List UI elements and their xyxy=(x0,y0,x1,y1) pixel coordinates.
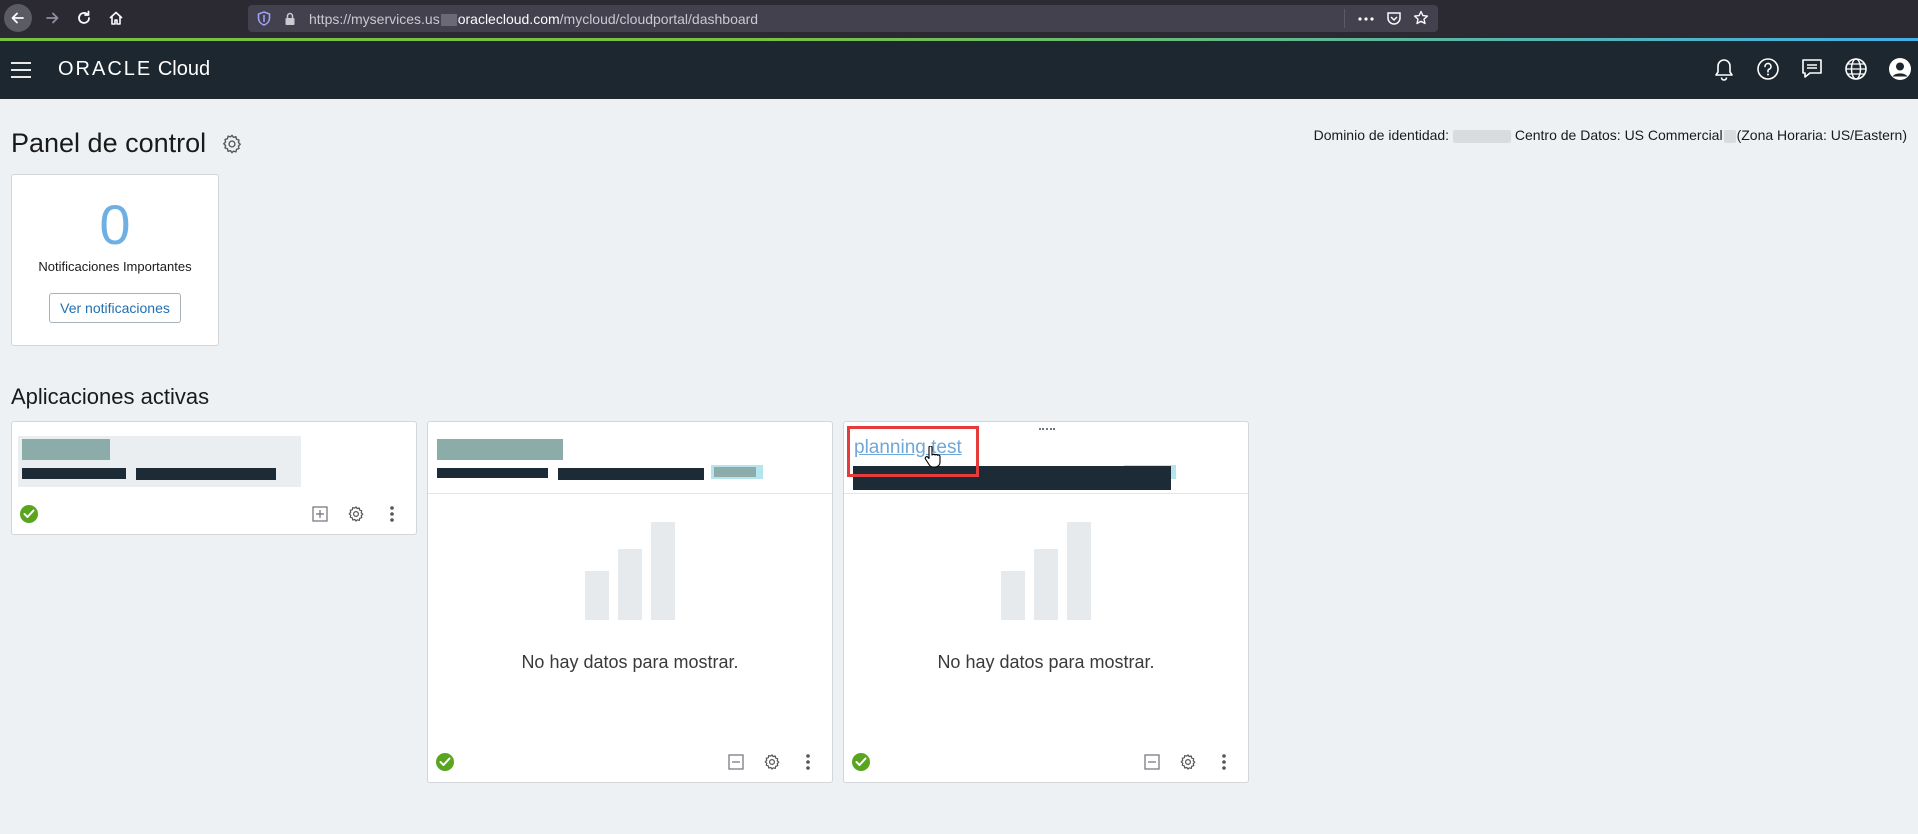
identity-domain-redacted xyxy=(1452,129,1511,143)
app-card-header xyxy=(12,422,416,492)
dashboard-settings-gear-icon[interactable] xyxy=(221,133,243,155)
redacted-app-tag-inner xyxy=(714,467,756,477)
browser-toolbar: https://myservices.us oraclecloud.com/myc… xyxy=(0,0,1918,38)
app-header: ORACLE Cloud xyxy=(0,41,1918,99)
more-actions-icon[interactable] xyxy=(1357,12,1375,26)
collapse-icon[interactable] xyxy=(726,752,746,772)
arrow-left-icon xyxy=(11,12,24,24)
redacted-app-info xyxy=(22,468,126,479)
datacenter-redacted xyxy=(1723,129,1736,143)
reload-button[interactable] xyxy=(70,4,98,32)
datacenter-label: Centro de Datos: US Commercial xyxy=(1514,127,1723,143)
forward-button[interactable] xyxy=(38,4,66,32)
notification-label: Notificaciones Importantes xyxy=(38,259,192,274)
card-settings-gear-icon[interactable] xyxy=(1178,752,1198,772)
redacted-app-name[interactable] xyxy=(22,439,110,460)
globe-icon[interactable] xyxy=(1842,55,1870,83)
back-button[interactable] xyxy=(4,4,32,32)
redacted-app-info xyxy=(558,468,704,480)
urlbar-divider xyxy=(1344,9,1345,28)
help-icon[interactable] xyxy=(1754,55,1782,83)
url-text: https://myservices.us oraclecloud.com/myc… xyxy=(309,11,758,27)
card-actions xyxy=(310,504,402,524)
brand-oracle: ORACLE xyxy=(58,58,153,80)
identity-info: Dominio de identidad: Centro de Datos: U… xyxy=(1314,127,1907,143)
hand-pointer-cursor-icon xyxy=(924,446,941,468)
app-card-footer xyxy=(12,494,416,534)
empty-bar-chart-icon xyxy=(1001,522,1091,620)
more-options-icon[interactable] xyxy=(1214,752,1234,772)
collapse-icon[interactable] xyxy=(1142,752,1162,772)
user-avatar-icon[interactable] xyxy=(1886,55,1914,83)
app-card-footer xyxy=(428,742,832,782)
card-actions xyxy=(726,752,818,772)
app-card xyxy=(11,421,417,535)
more-options-icon[interactable] xyxy=(382,504,402,524)
tracking-shield-icon xyxy=(257,11,271,26)
highlight-box xyxy=(847,426,979,477)
page-title: Panel de control xyxy=(11,128,207,158)
app-card-footer xyxy=(844,742,1248,782)
card-settings-gear-icon[interactable] xyxy=(346,504,366,524)
chat-icon[interactable] xyxy=(1798,55,1826,83)
card-actions xyxy=(1142,752,1234,772)
notification-count: 0 xyxy=(99,193,131,256)
arrow-right-icon xyxy=(46,12,59,24)
active-apps-heading: Aplicaciones activas xyxy=(11,384,210,409)
header-actions xyxy=(1710,55,1914,83)
url-path: /mycloud/cloudportal/dashboard xyxy=(559,11,759,27)
oracle-cloud-logo[interactable]: ORACLE Cloud xyxy=(58,58,210,81)
bookmark-star-icon[interactable] xyxy=(1413,10,1429,26)
reload-icon xyxy=(78,10,90,24)
empty-state: No hay datos para mostrar. xyxy=(844,522,1248,673)
expand-icon[interactable] xyxy=(310,504,330,524)
status-ok-icon xyxy=(20,505,38,523)
lock-icon xyxy=(285,12,295,25)
brand-cloud: Cloud xyxy=(157,58,211,80)
view-notifications-button[interactable]: Ver notificaciones xyxy=(49,293,181,323)
identity-domain-label: Dominio de identidad: xyxy=(1313,127,1450,143)
app-card-header: planning test xyxy=(844,422,1248,494)
home-button[interactable] xyxy=(102,4,130,32)
empty-message: No hay datos para mostrar. xyxy=(521,652,739,672)
notifications-card: 0 Notificaciones Importantes Ver notific… xyxy=(11,174,219,346)
empty-message: No hay datos para mostrar. xyxy=(937,652,1155,672)
more-options-icon[interactable] xyxy=(798,752,818,772)
url-prefix: https://myservices.us xyxy=(309,11,440,27)
redacted-app-info xyxy=(136,468,276,480)
home-icon xyxy=(109,11,123,25)
status-ok-icon xyxy=(852,753,870,771)
app-card-header xyxy=(428,422,832,494)
url-domain: oraclecloud.com xyxy=(457,11,560,27)
empty-bar-chart-icon xyxy=(585,522,675,620)
app-card: planning test No hay datos para mostrar. xyxy=(843,421,1249,783)
address-bar[interactable]: https://myservices.us oraclecloud.com/myc… xyxy=(248,5,1438,32)
redacted-app-info xyxy=(437,468,548,478)
pocket-icon[interactable] xyxy=(1386,11,1402,26)
timezone-label: (Zona Horaria: US/Eastern) xyxy=(1736,127,1907,143)
status-ok-icon xyxy=(436,753,454,771)
empty-state: No hay datos para mostrar. xyxy=(428,522,832,673)
redacted-app-name[interactable] xyxy=(437,439,563,460)
url-redaction xyxy=(440,14,457,27)
hamburger-menu-icon[interactable] xyxy=(11,62,31,78)
app-card: No hay datos para mostrar. xyxy=(427,421,833,783)
notifications-bell-icon[interactable] xyxy=(1710,55,1738,83)
card-settings-gear-icon[interactable] xyxy=(762,752,782,772)
